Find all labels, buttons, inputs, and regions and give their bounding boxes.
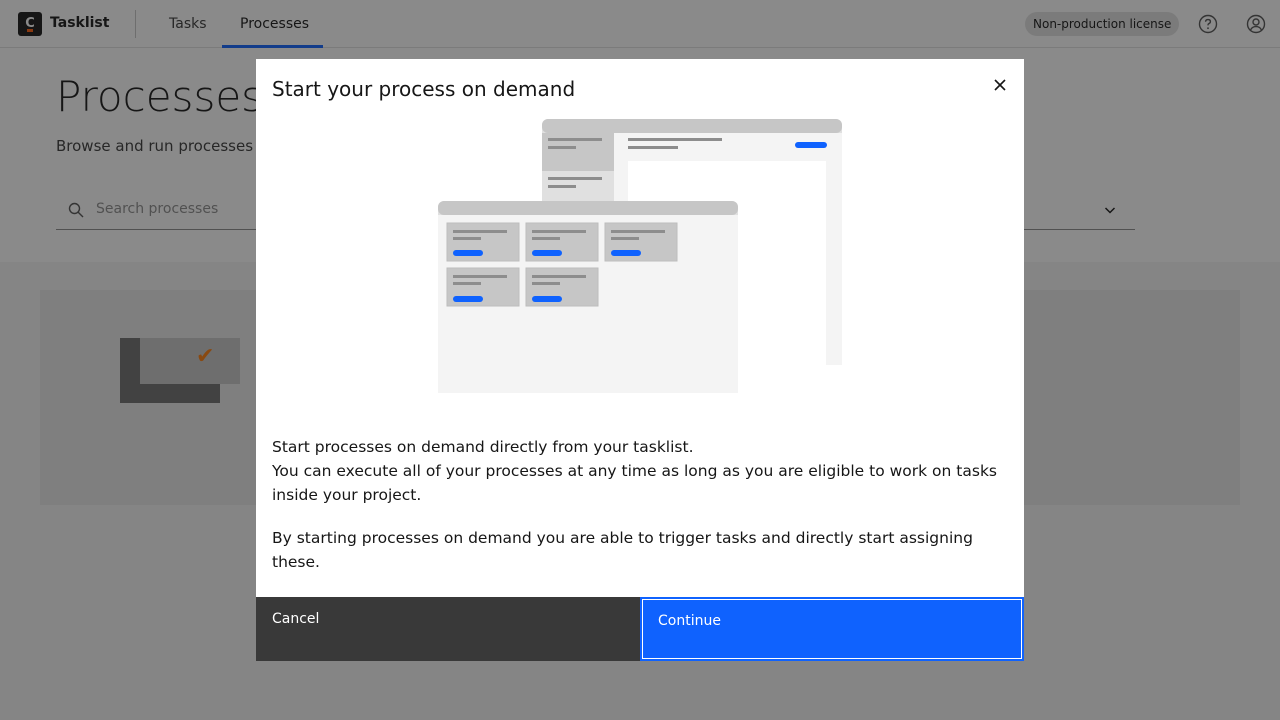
modal-title: Start your process on demand — [272, 77, 576, 101]
close-icon — [994, 79, 1006, 91]
start-process-modal: Start your process on demand Start proce… — [256, 59, 1024, 661]
modal-body: Start processes on demand directly from … — [272, 435, 1008, 574]
modal-body-line-3: By starting processes on demand you are … — [272, 529, 973, 571]
modal-body-line-2: You can execute all of your processes at… — [272, 462, 997, 504]
process-dashboard-illustration — [438, 119, 842, 393]
cancel-button[interactable]: Cancel — [256, 597, 640, 661]
close-button[interactable] — [984, 69, 1016, 101]
continue-button[interactable]: Continue — [640, 597, 1024, 661]
modal-body-line-1: Start processes on demand directly from … — [272, 438, 694, 456]
